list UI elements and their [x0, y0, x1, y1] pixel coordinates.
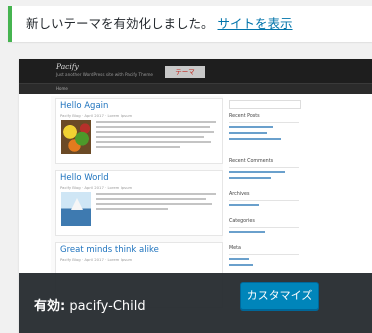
- sidebar-link: [229, 264, 253, 266]
- sidebar-link: [229, 171, 285, 173]
- preview-post: Hello World Pacify Blog · April 2017 · L…: [55, 170, 223, 236]
- sidebar-divider: [229, 254, 299, 255]
- post-meta: Pacify Blog · April 2017 · Lorem Ipsum: [60, 257, 133, 262]
- sidebar-link: [229, 126, 273, 128]
- sidebar-divider: [229, 200, 299, 201]
- theme-activated-notice: 新しいテーマを有効化しました。 サイトを表示: [8, 6, 372, 42]
- sidebar-divider: [229, 227, 299, 228]
- sidebar-link: [229, 132, 267, 134]
- sidebar-link: [229, 177, 271, 179]
- post-title: Hello Again: [60, 101, 109, 111]
- preview-tagline: Just another WordPress site with Pacify …: [56, 72, 153, 77]
- customize-button[interactable]: カスタマイズ: [240, 282, 319, 310]
- preview-logo: Pacify: [56, 62, 79, 71]
- active-prefix: 有効:: [34, 299, 66, 314]
- preview-header: Pacify Just another WordPress site with …: [19, 59, 372, 83]
- sidebar-heading: Archives: [229, 192, 250, 197]
- post-thumbnail-sailboat: [61, 192, 91, 226]
- preview-search-box: [229, 100, 301, 109]
- sidebar-link: [229, 231, 265, 233]
- active-theme-card[interactable]: Pacify Just another WordPress site with …: [19, 59, 372, 333]
- post-title: Great minds think alike: [60, 245, 159, 255]
- active-theme-name: 有効: pacify-Child: [34, 295, 146, 314]
- post-excerpt: [96, 121, 216, 151]
- sidebar-link: [229, 138, 281, 140]
- preview-label: テーマ: [165, 66, 205, 78]
- preview-nav-home: Home: [56, 86, 68, 91]
- sidebar-link: [229, 204, 259, 206]
- notice-message: 新しいテーマを有効化しました。: [26, 16, 214, 31]
- post-thumbnail-fruit: [61, 120, 91, 154]
- sidebar-heading: Recent Comments: [229, 159, 274, 164]
- sidebar-heading: Recent Posts: [229, 114, 260, 119]
- post-meta: Pacify Blog · April 2017 · Lorem Ipsum: [60, 185, 133, 190]
- active-theme-bar: 有効: pacify-Child カスタマイズ: [19, 273, 372, 333]
- sidebar-heading: Meta: [229, 246, 241, 251]
- sidebar-divider: [229, 167, 299, 168]
- post-title: Hello World: [60, 173, 109, 183]
- sidebar-heading: Categories: [229, 219, 255, 224]
- sidebar-divider: [229, 122, 299, 123]
- view-site-link[interactable]: サイトを表示: [218, 16, 293, 31]
- sidebar-link: [229, 258, 249, 260]
- preview-nav: Home: [19, 83, 372, 94]
- preview-post: Hello Again Pacify Blog · April 2017 · L…: [55, 98, 223, 164]
- post-excerpt: [96, 193, 216, 213]
- theme-name: pacify-Child: [69, 299, 146, 314]
- post-meta: Pacify Blog · April 2017 · Lorem Ipsum: [60, 113, 133, 118]
